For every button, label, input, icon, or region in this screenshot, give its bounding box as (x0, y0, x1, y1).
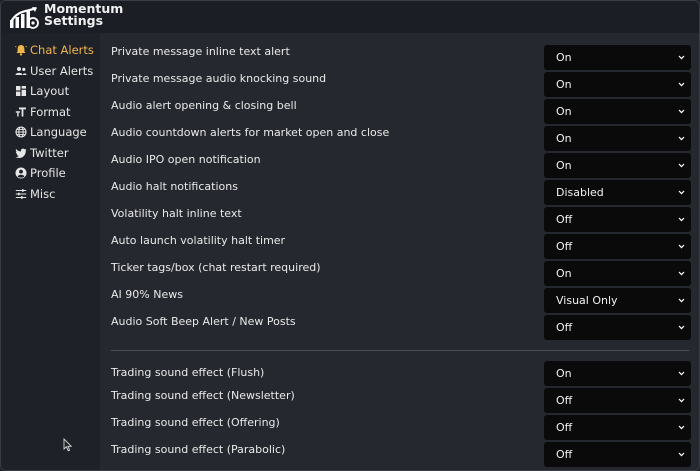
users-icon (15, 67, 26, 75)
select-value: Off (556, 448, 573, 461)
sidebar-item-misc[interactable]: Misc (13, 185, 55, 203)
setting-label-private-message-inline: Private message inline text alert (111, 45, 290, 58)
chevron-down-icon (678, 109, 685, 114)
setting-label-soft-beep: Audio Soft Beep Alert / New Posts (111, 315, 296, 328)
select-value: On (556, 367, 572, 380)
setting-label-private-message-audio: Private message audio knocking sound (111, 72, 327, 85)
chevron-down-icon (678, 190, 685, 195)
chevron-down-icon (678, 398, 685, 403)
sidebar-item-label: Language (30, 125, 87, 139)
select-volatility-halt-inline[interactable]: Off (544, 207, 691, 232)
sidebar-item-chat-alerts[interactable]: Chat Alerts (13, 41, 94, 59)
sidebar-item-language[interactable]: Language (13, 123, 87, 141)
setting-label-halt-notifications: Audio halt notifications (111, 180, 238, 193)
sidebar-item-label: Misc (30, 187, 56, 201)
select-sound-offering[interactable]: Off (544, 415, 691, 440)
select-soft-beep[interactable]: Off (544, 315, 691, 340)
select-value: On (556, 51, 572, 64)
chevron-down-icon (678, 298, 685, 303)
select-opening-closing-bell[interactable]: On (544, 99, 691, 124)
sidebar-item-user-alerts[interactable]: User Alerts (13, 62, 93, 80)
select-value: On (556, 105, 572, 118)
select-volatility-halt-timer[interactable]: Off (544, 234, 691, 259)
select-countdown-alerts[interactable]: On (544, 126, 691, 151)
text-format-icon (15, 107, 26, 117)
select-value: On (556, 159, 572, 172)
select-private-message-audio[interactable]: On (544, 72, 691, 97)
select-value: Off (556, 240, 573, 253)
user-circle-icon (15, 167, 26, 179)
chevron-down-icon (678, 217, 685, 222)
settings-panel: Private message inline text alert On Pri… (100, 33, 699, 470)
app-title: Momentum Settings (44, 2, 134, 28)
sidebar-item-profile[interactable]: Profile (13, 164, 66, 182)
chevron-down-icon (678, 271, 685, 276)
setting-label-ticker-tags: Ticker tags/box (chat restart required) (111, 261, 321, 274)
select-private-message-inline[interactable]: On (544, 45, 691, 70)
sidebar-item-label: Profile (30, 166, 66, 180)
select-value: Off (556, 213, 573, 226)
setting-label-ai-news: AI 90% News (111, 288, 183, 301)
setting-label-ipo-open: Audio IPO open notification (111, 153, 261, 166)
setting-label-sound-flush: Trading sound effect (Flush) (111, 366, 265, 379)
select-ipo-open[interactable]: On (544, 153, 691, 178)
chevron-down-icon (678, 244, 685, 249)
select-sound-parabolic[interactable]: Off (544, 442, 691, 467)
chevron-down-icon (678, 136, 685, 141)
setting-label-opening-closing-bell: Audio alert opening & closing bell (111, 99, 297, 112)
select-value: On (556, 78, 572, 91)
sidebar-item-layout[interactable]: Layout (13, 82, 69, 100)
select-value: Off (556, 321, 573, 334)
sidebar-item-label: User Alerts (30, 64, 94, 78)
section-divider (111, 350, 689, 351)
chevron-down-icon (678, 82, 685, 87)
select-value: Visual Only (556, 294, 618, 307)
setting-label-volatility-halt-inline: Volatility halt inline text (111, 207, 242, 220)
setting-label-volatility-halt-timer: Auto launch volatility halt timer (111, 234, 286, 247)
setting-label-sound-offering: Trading sound effect (Offering) (111, 416, 280, 429)
chevron-down-icon (678, 452, 685, 457)
sidebar-item-format[interactable]: Format (13, 103, 71, 121)
select-sound-newsletter[interactable]: Off (544, 388, 691, 413)
sliders-icon (15, 189, 26, 199)
chevron-down-icon (678, 55, 685, 60)
sidebar-item-twitter[interactable]: Twitter (13, 144, 69, 162)
chevron-down-icon (678, 425, 685, 430)
globe-icon (14, 126, 27, 138)
sidebar-item-label: Chat Alerts (30, 43, 94, 57)
setting-label-sound-parabolic: Trading sound effect (Parabolic) (111, 443, 286, 456)
select-value: On (556, 132, 572, 145)
chevron-down-icon (678, 325, 685, 330)
top-bar: Momentum Settings (1, 1, 699, 33)
select-ai-news[interactable]: Visual Only (544, 288, 691, 313)
momentum-logo-icon (10, 6, 39, 29)
select-value: Disabled (556, 186, 604, 199)
select-value: On (556, 267, 572, 280)
sidebar-item-label: Layout (30, 84, 70, 98)
twitter-icon (15, 148, 26, 158)
setting-label-countdown-alerts: Audio countdown alerts for market open a… (111, 126, 390, 139)
app-title-line2: Settings (44, 13, 104, 28)
select-sound-flush[interactable]: On (544, 361, 691, 386)
sidebar-item-label: Twitter (30, 146, 69, 160)
select-halt-notifications[interactable]: Disabled (544, 180, 691, 205)
setting-label-sound-newsletter: Trading sound effect (Newsletter) (111, 389, 295, 402)
sidebar: Chat Alerts User Alerts Layout Format La… (1, 33, 100, 470)
layout-grid-icon (15, 86, 26, 96)
bell-icon (14, 45, 27, 56)
select-value: Off (556, 421, 573, 434)
select-ticker-tags[interactable]: On (544, 261, 691, 286)
chevron-down-icon (678, 371, 685, 376)
select-value: Off (556, 394, 573, 407)
settings-window: Momentum Settings Chat Alerts User Alert… (0, 0, 700, 471)
chevron-down-icon (678, 163, 685, 168)
mouse-pointer-icon (63, 438, 73, 452)
sidebar-item-label: Format (30, 105, 71, 119)
